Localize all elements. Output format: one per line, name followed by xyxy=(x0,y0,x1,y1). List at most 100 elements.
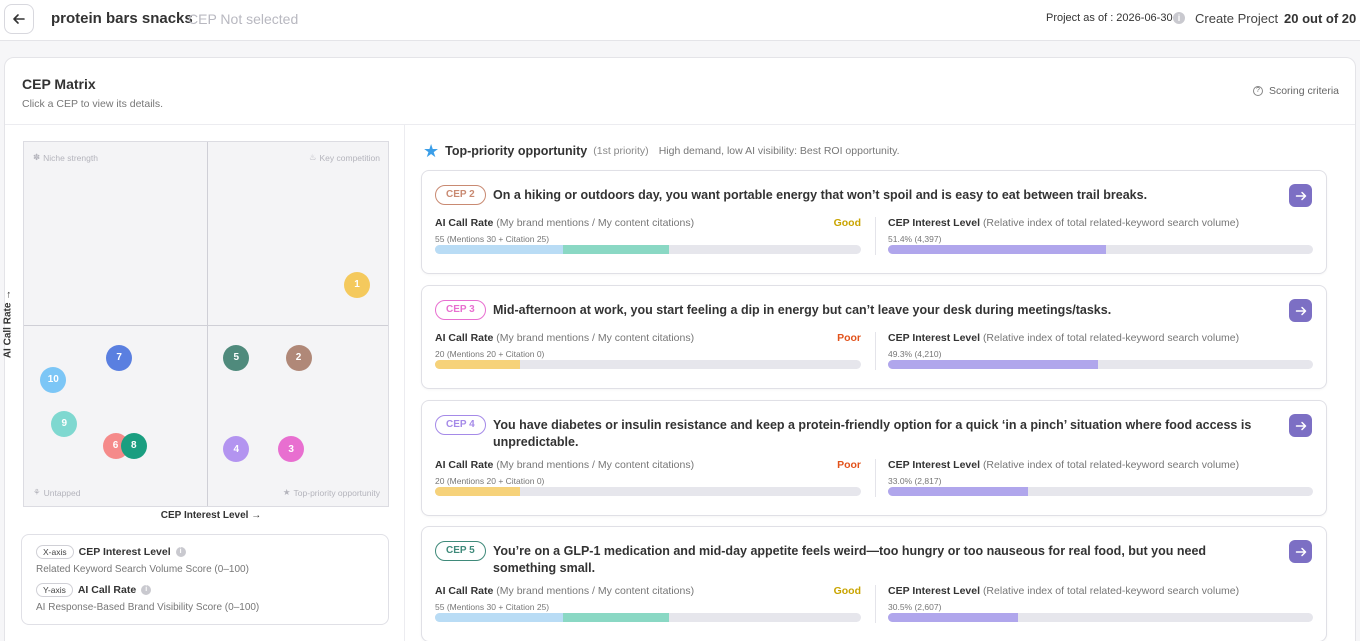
open-cep-button[interactable] xyxy=(1289,540,1312,563)
interest-level-metric: CEP Interest Level (Relative index of to… xyxy=(888,585,1239,612)
ai-call-rate-value: 20 (Mentions 20 + Citation 0) xyxy=(435,476,545,486)
interest-level-value: 49.3% (4,210) xyxy=(888,349,942,359)
top-bar: protein bars snacks CEP Not selected Pro… xyxy=(0,0,1360,41)
scoring-label: Scoring criteria xyxy=(1268,85,1339,97)
interest-level-label: CEP Interest Level (Relative index of to… xyxy=(888,332,1240,344)
flame-icon: ♨ xyxy=(308,152,317,162)
interest-level-metric: CEP Interest Level (Relative index of to… xyxy=(888,332,1239,359)
priority-description: High demand, low AI visibility: Best ROI… xyxy=(658,145,900,157)
rating-badge: Good xyxy=(833,217,861,229)
interest-level-metric: CEP Interest Level (Relative index of to… xyxy=(888,217,1239,244)
rating-badge: Poor xyxy=(837,459,861,471)
interest-level-value: 30.5% (2,607) xyxy=(888,602,942,612)
info-icon[interactable]: i xyxy=(141,585,152,595)
question-icon: ? xyxy=(1252,86,1263,96)
cep-card[interactable]: CEP 2 On a hiking or outdoors day, you w… xyxy=(421,170,1327,274)
panel-title: CEP Matrix xyxy=(22,76,96,92)
priority-rank: (1st priority) xyxy=(593,145,649,157)
cep-tag: CEP 5 xyxy=(435,541,486,561)
cep-point-10[interactable]: 10 xyxy=(40,366,67,393)
ai-call-rate-label: AI Call Rate (My brand mentions / My con… xyxy=(435,459,695,471)
x-axis-pill: X-axis xyxy=(36,545,74,559)
cep-point-3[interactable]: 3 xyxy=(278,436,305,463)
y-axis-legend: Y-axis AI Call Rate i xyxy=(36,583,152,597)
cep-card[interactable]: CEP 3 Mid-afternoon at work, you start f… xyxy=(421,285,1327,389)
ai-call-rate-bar xyxy=(435,245,861,254)
panel-subtitle: Click a CEP to view its details. xyxy=(22,98,164,110)
open-cep-button[interactable] xyxy=(1289,184,1312,207)
scoring-criteria-button[interactable]: ? Scoring criteria xyxy=(1252,85,1339,97)
open-cep-button[interactable] xyxy=(1289,299,1312,322)
cep-matrix-chart: ✽ Niche strength ♨ Key competition ⚘ Untapp… xyxy=(23,141,389,507)
ai-call-rate-metric: AI Call Rate (My brand mentions / My con… xyxy=(435,332,694,359)
y-axis-description: AI Response-Based Brand Visibility Score… xyxy=(36,602,260,613)
mentions-segment xyxy=(435,245,563,254)
arrow-right-icon xyxy=(1295,547,1306,556)
project-date: Project as of : 2026-06-30 xyxy=(1046,12,1173,24)
ai-call-rate-label: AI Call Rate (My brand mentions / My con… xyxy=(435,332,695,344)
open-cep-button[interactable] xyxy=(1289,414,1312,437)
interest-fill xyxy=(888,245,1107,254)
cep-point-5[interactable]: 5 xyxy=(223,344,250,371)
mentions-segment xyxy=(435,487,521,496)
cep-card[interactable]: CEP 5 You’re on a GLP-1 medication and m… xyxy=(421,526,1327,641)
interest-level-bar xyxy=(888,487,1313,496)
page-title: protein bars snacks xyxy=(51,10,193,27)
sprout-icon: ⚘ xyxy=(33,487,41,497)
cep-tag: CEP 3 xyxy=(435,300,486,320)
info-icon[interactable]: i xyxy=(1173,12,1185,24)
cep-point-4[interactable]: 4 xyxy=(223,436,250,463)
ai-call-rate-metric: AI Call Rate (My brand mentions / My con… xyxy=(435,459,694,486)
cep-description: You’re on a GLP-1 medication and mid-day… xyxy=(493,544,1207,575)
metric-divider xyxy=(875,585,876,623)
y-axis-label: AI Call Rate → xyxy=(2,289,14,359)
create-project-button[interactable]: Create Project xyxy=(1195,11,1278,26)
mentions-segment xyxy=(435,360,521,369)
cep-card[interactable]: CEP 4 You have diabetes or insulin resis… xyxy=(421,400,1327,516)
interest-level-value: 51.4% (4,397) xyxy=(888,234,942,244)
star-icon: ★ xyxy=(423,141,440,161)
quadrant-label-top-priority: ★ Top-priority opportunity xyxy=(282,487,380,498)
ai-call-rate-metric: AI Call Rate (My brand mentions / My con… xyxy=(435,217,694,244)
metric-divider xyxy=(875,332,876,370)
interest-level-bar xyxy=(888,245,1313,254)
rating-badge: Good xyxy=(833,585,861,597)
interest-level-label: CEP Interest Level (Relative index of to… xyxy=(888,459,1240,471)
ai-call-rate-metric: AI Call Rate (My brand mentions / My con… xyxy=(435,585,694,612)
axis-legend: X-axis CEP Interest Level i Related Keyw… xyxy=(21,534,389,625)
cep-description: You have diabetes or insulin resistance … xyxy=(493,418,1252,449)
ai-call-rate-value: 20 (Mentions 20 + Citation 0) xyxy=(435,349,545,359)
cep-description: On a hiking or outdoors day, you want po… xyxy=(493,188,1148,202)
priority-heading: ★ Top-priority opportunity (1st priority… xyxy=(423,141,900,161)
y-axis-pill: Y-axis xyxy=(36,583,73,597)
quadrant-label-niche: ✽ Niche strength xyxy=(33,152,98,163)
cep-point-8[interactable]: 8 xyxy=(120,432,147,459)
ai-call-rate-label: AI Call Rate (My brand mentions / My con… xyxy=(435,585,695,597)
interest-fill xyxy=(888,360,1098,369)
info-icon[interactable]: i xyxy=(175,547,186,557)
cep-point-7[interactable]: 7 xyxy=(106,344,133,371)
quadrant-label-competition: ♨ Key competition xyxy=(308,152,380,163)
quadrant-divider-horizontal xyxy=(24,325,388,326)
arrow-left-icon xyxy=(13,14,25,24)
interest-level-value: 33.0% (2,817) xyxy=(888,476,942,486)
quadrant-label-untapped: ⚘ Untapped xyxy=(33,487,81,498)
metric-divider xyxy=(875,459,876,497)
interest-level-bar xyxy=(888,613,1313,622)
cep-point-9[interactable]: 9 xyxy=(51,410,78,437)
ai-call-rate-label: AI Call Rate (My brand mentions / My con… xyxy=(435,217,695,229)
quadrant-divider-vertical xyxy=(207,142,208,506)
interest-level-metric: CEP Interest Level (Relative index of to… xyxy=(888,459,1239,486)
x-axis-name: CEP Interest Level xyxy=(78,546,171,558)
interest-level-label: CEP Interest Level (Relative index of to… xyxy=(888,217,1240,229)
star-icon: ★ xyxy=(282,487,291,497)
x-axis-legend: X-axis CEP Interest Level i xyxy=(36,545,186,559)
rating-badge: Poor xyxy=(837,332,861,344)
cep-point-1[interactable]: 1 xyxy=(344,271,371,298)
x-axis-label: CEP Interest Level → xyxy=(160,510,262,521)
project-quota: 20 out of 20 xyxy=(1284,11,1357,26)
arrow-right-icon xyxy=(1295,421,1306,430)
priority-title: Top-priority opportunity xyxy=(445,144,588,158)
cep-point-2[interactable]: 2 xyxy=(285,344,312,371)
back-button[interactable] xyxy=(4,4,34,34)
